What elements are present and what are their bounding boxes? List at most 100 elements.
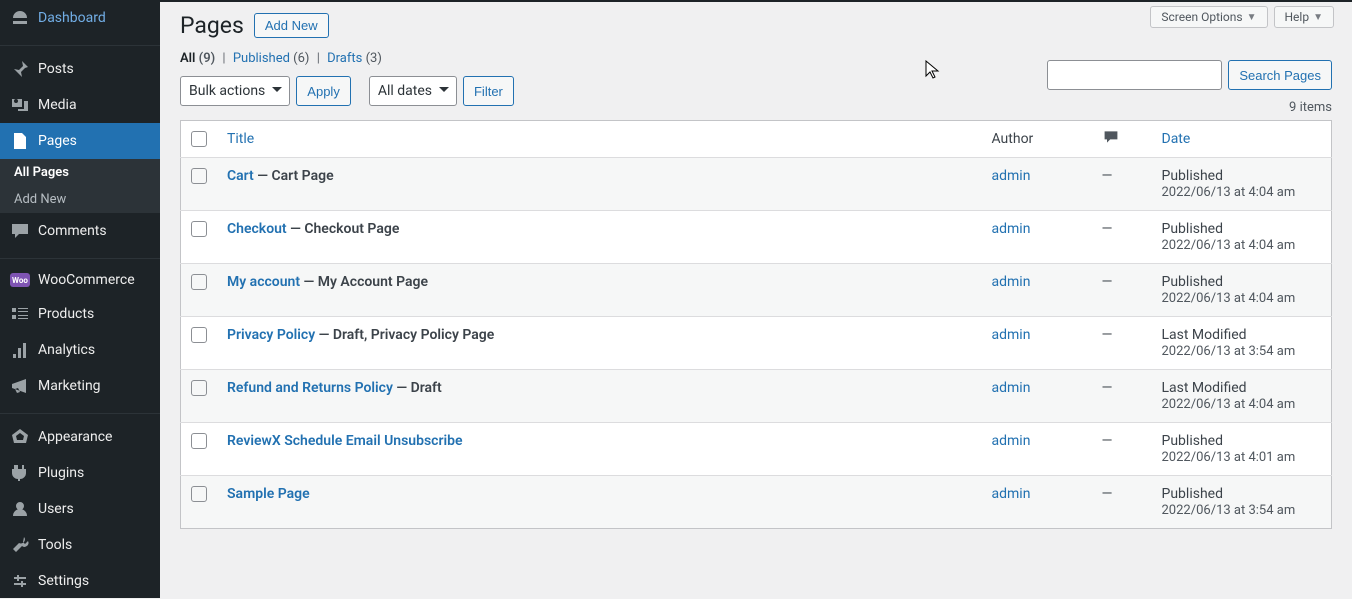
date-status: Published — [1162, 274, 1322, 290]
sidebar-item-posts[interactable]: Posts — [0, 51, 160, 87]
author-link[interactable]: admin — [992, 327, 1031, 343]
analytics-icon — [10, 340, 30, 360]
sidebar-item-marketing[interactable]: Marketing — [0, 368, 160, 404]
apply-button[interactable]: Apply — [296, 76, 351, 106]
submenu-all-pages[interactable]: All Pages — [0, 159, 160, 186]
date-status: Published — [1162, 486, 1322, 502]
date-status: Last Modified — [1162, 380, 1322, 396]
post-state: — Draft, Privacy Policy Page — [315, 327, 494, 343]
filter-button[interactable]: Filter — [463, 76, 514, 106]
author-link[interactable]: admin — [992, 221, 1031, 237]
sidebar-item-dashboard[interactable]: Dashboard — [0, 0, 160, 36]
item-count: 9 items — [1289, 100, 1332, 115]
woo-icon: Woo — [10, 273, 30, 287]
sidebar-item-pages[interactable]: Pages — [0, 123, 160, 159]
date-text: 2022/06/13 at 4:04 am — [1162, 397, 1296, 412]
row-checkbox[interactable] — [191, 168, 207, 184]
filter-drafts[interactable]: Drafts (3) — [327, 51, 382, 66]
sidebar-label: Posts — [38, 61, 74, 77]
row-checkbox[interactable] — [191, 433, 207, 449]
page-title: Pages — [180, 12, 244, 39]
sidebar-item-appearance[interactable]: Appearance — [0, 419, 160, 455]
page-title-link[interactable]: Cart — [227, 168, 254, 184]
date-text: 2022/06/13 at 4:01 am — [1162, 450, 1296, 465]
comments-icon — [10, 221, 30, 241]
table-row: Privacy Policy — Draft, Privacy Policy P… — [181, 317, 1332, 370]
page-title-link[interactable]: Checkout — [227, 221, 287, 237]
comments-cell: — — [1092, 317, 1152, 370]
dashboard-icon — [10, 8, 30, 28]
table-row: Sample Page admin — Published2022/06/13 … — [181, 476, 1332, 529]
row-checkbox[interactable] — [191, 380, 207, 396]
date-text: 2022/06/13 at 4:04 am — [1162, 185, 1296, 200]
sidebar-item-settings[interactable]: Settings — [0, 563, 160, 599]
sidebar-item-tools[interactable]: Tools — [0, 527, 160, 563]
row-checkbox[interactable] — [191, 327, 207, 343]
sidebar-label: Analytics — [38, 342, 95, 358]
page-title-link[interactable]: My account — [227, 274, 300, 290]
page-title-link[interactable]: Refund and Returns Policy — [227, 380, 393, 396]
author-link[interactable]: admin — [992, 168, 1031, 184]
table-row: My account — My Account Page admin — Pub… — [181, 264, 1332, 317]
row-checkbox[interactable] — [191, 221, 207, 237]
author-link[interactable]: admin — [992, 274, 1031, 290]
date-status: Last Modified — [1162, 327, 1322, 343]
author-link[interactable]: admin — [992, 486, 1031, 502]
filter-all[interactable]: All (9) — [180, 51, 215, 66]
sidebar-label: Products — [38, 306, 94, 322]
comments-cell: — — [1092, 211, 1152, 264]
top-tabs: Screen Options ▼ Help ▼ — [1150, 6, 1334, 28]
page-title-link[interactable]: ReviewX Schedule Email Unsubscribe — [227, 433, 463, 449]
author-link[interactable]: admin — [992, 433, 1031, 449]
post-state: — Draft — [393, 380, 442, 396]
dates-select[interactable]: All dates — [369, 76, 457, 106]
select-all-checkbox[interactable] — [191, 131, 207, 147]
sidebar-label: Users — [38, 501, 74, 517]
comments-cell: — — [1092, 476, 1152, 529]
sidebar-label: Media — [38, 97, 77, 113]
sidebar-item-media[interactable]: Media — [0, 87, 160, 123]
add-new-button[interactable]: Add New — [254, 13, 329, 38]
sidebar-item-comments[interactable]: Comments — [0, 213, 160, 249]
settings-icon — [10, 571, 30, 591]
pages-submenu: All Pages Add New — [0, 159, 160, 213]
table-row: Cart — Cart Page admin — Published2022/0… — [181, 158, 1332, 211]
date-text: 2022/06/13 at 3:54 am — [1162, 344, 1296, 359]
sidebar-item-plugins[interactable]: Plugins — [0, 455, 160, 491]
author-link[interactable]: admin — [992, 380, 1031, 396]
sidebar-item-analytics[interactable]: Analytics — [0, 332, 160, 368]
appearance-icon — [10, 427, 30, 447]
table-row: ReviewX Schedule Email Unsubscribe admin… — [181, 423, 1332, 476]
comments-cell: — — [1092, 370, 1152, 423]
sidebar-label: WooCommerce — [38, 272, 135, 288]
chevron-down-icon: ▼ — [1247, 12, 1257, 23]
date-text: 2022/06/13 at 3:54 am — [1162, 503, 1296, 518]
page-title-link[interactable]: Privacy Policy — [227, 327, 315, 343]
column-author: Author — [992, 131, 1034, 147]
date-status: Published — [1162, 221, 1322, 237]
page-title-link[interactable]: Sample Page — [227, 486, 310, 502]
comments-cell: — — [1092, 264, 1152, 317]
submenu-add-new[interactable]: Add New — [0, 186, 160, 213]
filter-published[interactable]: Published (6) — [233, 51, 310, 66]
row-checkbox[interactable] — [191, 486, 207, 502]
help-tab[interactable]: Help ▼ — [1274, 6, 1335, 28]
sidebar-label: Pages — [38, 133, 77, 149]
sidebar-item-woocommerce[interactable]: Woo WooCommerce — [0, 264, 160, 296]
table-row: Refund and Returns Policy — Draft admin … — [181, 370, 1332, 423]
row-checkbox[interactable] — [191, 274, 207, 290]
column-date[interactable]: Date — [1162, 131, 1191, 147]
products-icon — [10, 304, 30, 324]
screen-options-tab[interactable]: Screen Options ▼ — [1150, 6, 1267, 28]
pages-icon — [10, 131, 30, 151]
sidebar-label: Settings — [38, 573, 89, 589]
post-state: — Checkout Page — [287, 221, 400, 237]
bulk-actions-select[interactable]: Bulk actions — [180, 76, 290, 106]
column-title[interactable]: Title — [227, 131, 254, 147]
sidebar-item-products[interactable]: Products — [0, 296, 160, 332]
date-text: 2022/06/13 at 4:04 am — [1162, 291, 1296, 306]
sidebar-label: Marketing — [38, 378, 101, 394]
sidebar-label: Appearance — [38, 429, 112, 445]
sidebar-item-users[interactable]: Users — [0, 491, 160, 527]
sidebar-label: Dashboard — [38, 10, 106, 26]
